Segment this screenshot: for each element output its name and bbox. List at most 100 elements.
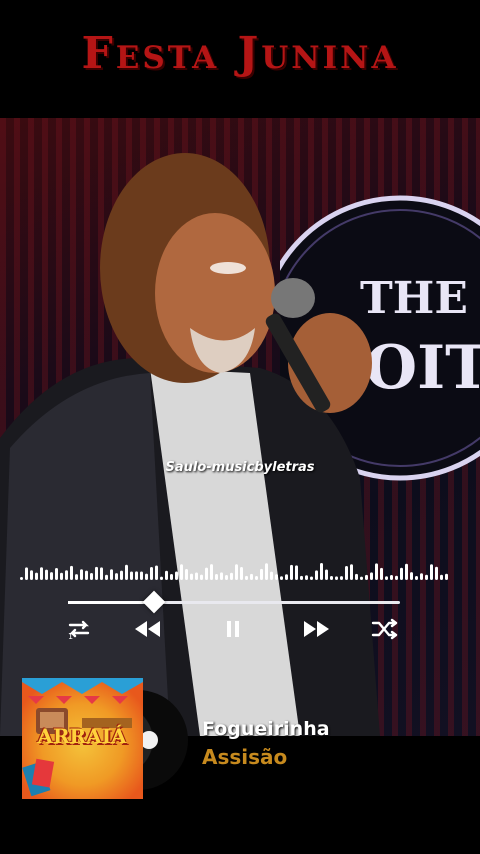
page-title: Festa Junina [81,28,399,79]
waveform-bar [80,569,83,580]
waveform-bar [30,570,33,580]
waveform-bar [150,567,153,580]
waveform-bar [295,565,298,580]
waveform-bar [265,563,268,580]
pause-icon [227,621,239,637]
waveform-bar [160,576,163,580]
waveform-bar [405,563,408,580]
waveform-bar [50,572,53,580]
waveform-bar [280,576,283,580]
waveform-bar [240,566,243,580]
waveform-bar [120,570,123,580]
play-pause-button[interactable] [216,614,250,644]
waveform-bar [185,569,188,580]
waveform-bar [255,575,258,580]
waveform-bar [215,573,218,580]
waveform-bar [125,564,128,580]
waveform-bar [245,575,248,580]
waveform-bar [225,574,228,580]
waveform-bar [90,572,93,580]
waveform-bar [270,571,273,580]
waveform-bar [110,569,113,580]
waveform-bar [385,576,388,580]
waveform-bar [435,566,438,580]
waveform-bar [40,567,43,580]
waveform-bar [175,571,178,580]
album-cover-text: ARRAIÁ [37,724,127,748]
waveform-bar [445,573,448,580]
waveform-bar [345,566,348,580]
waveform-bar [425,574,428,580]
waveform-bar [115,573,118,580]
waveform-bar [130,571,133,580]
waveform-bar [415,575,418,580]
waveform-bar [25,567,28,580]
fast-forward-button[interactable] [300,614,334,644]
audio-waveform [20,563,448,580]
shuffle-button[interactable] [368,614,402,644]
waveform-bar [190,573,193,580]
waveform-bar [145,573,148,580]
waveform-bar [380,567,383,580]
waveform-bar [235,564,238,580]
waveform-bar [330,576,333,580]
repeat-one-icon: 1 [68,620,90,641]
waveform-bar [370,572,373,580]
waveform-bar [155,565,158,580]
waveform-bar [140,571,143,580]
waveform-bar [95,566,98,580]
waveform-bar [70,565,73,580]
waveform-bar [335,576,338,580]
waveform-bar [400,567,403,580]
album-cover[interactable]: ARRAIÁ [22,678,143,799]
waveform-bar [135,571,138,580]
waveform-bar [360,576,363,580]
waveform-bar [285,574,288,580]
header-bar: Festa Junina [0,0,480,118]
waveform-bar [300,575,303,580]
waveform-bar [365,574,368,580]
waveform-bar [375,563,378,580]
waveform-bar [320,563,323,580]
waveform-bar [315,570,318,580]
waveform-bar [20,577,23,580]
waveform-bar [325,569,328,580]
waveform-bar [230,572,233,580]
waveform-bar [355,573,358,580]
rewind-button[interactable] [130,614,164,644]
waveform-bar [65,570,68,580]
waveform-bar [210,564,213,580]
waveform-bar [390,575,393,580]
waveform-bar [250,573,253,580]
waveform-bar [430,564,433,580]
waveform-bar [105,574,108,580]
waveform-bar [75,574,78,580]
waveform-bar [260,568,263,580]
song-title: Fogueirinha [202,718,330,740]
waveform-bar [340,576,343,580]
waveform-bar [290,564,293,580]
waveform-bar [100,567,103,580]
waveform-bar [410,572,413,580]
waveform-bar [195,572,198,580]
svg-text:1: 1 [68,632,73,641]
waveform-bar [35,572,38,580]
waveform-bar [60,572,63,580]
waveform-bar [205,567,208,580]
waveform-bar [440,574,443,580]
shuffle-icon [371,618,398,640]
waveform-bar [170,573,173,580]
repeat-button[interactable]: 1 [62,614,96,644]
artist-name: Assisão [202,745,288,769]
waveform-bar [85,570,88,580]
waveform-bar [350,564,353,580]
progress-bar[interactable] [68,601,400,604]
rewind-icon [135,621,160,637]
waveform-bar [305,575,308,580]
waveform-bar [55,568,58,580]
waveform-bar [180,564,183,580]
fast-forward-icon [304,621,329,637]
waveform-bar [45,569,48,580]
waveform-bar [420,573,423,580]
waveform-bar [395,575,398,580]
